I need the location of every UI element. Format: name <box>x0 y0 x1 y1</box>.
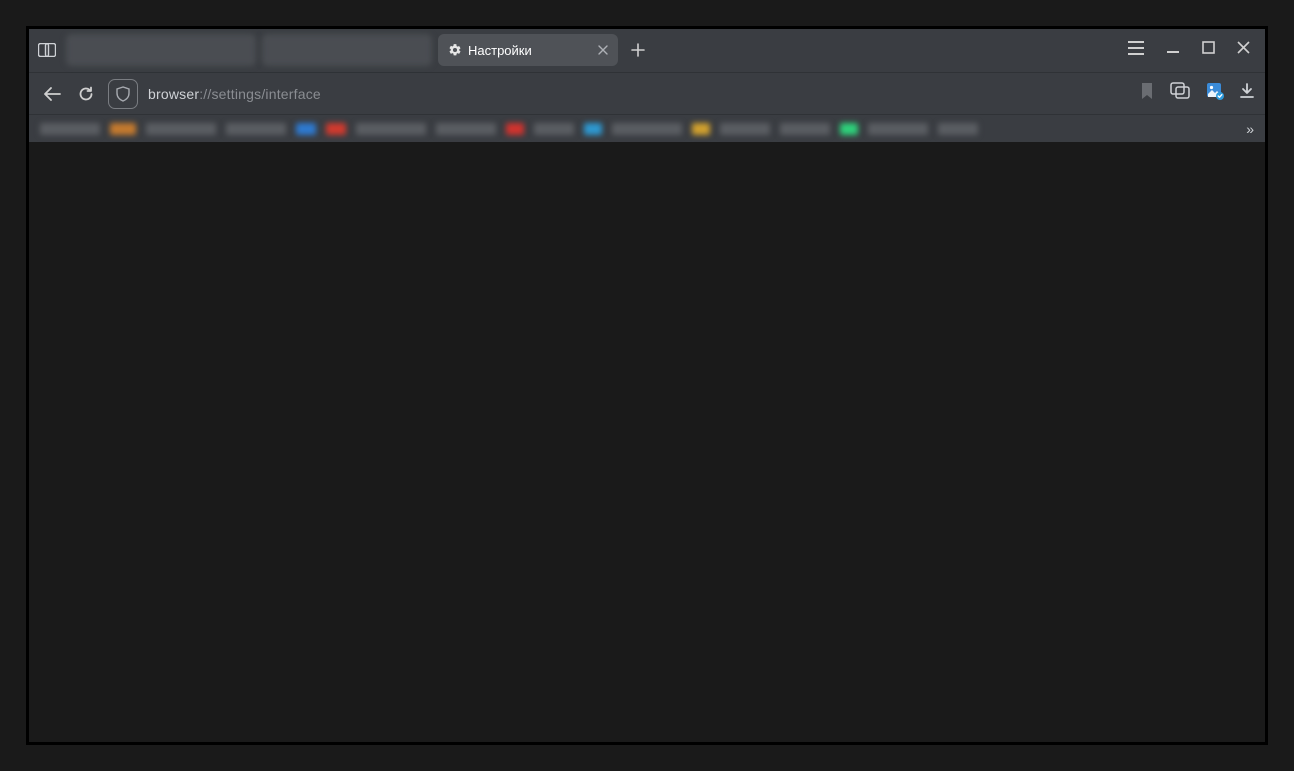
downloads-icon[interactable] <box>1240 83 1254 104</box>
feedback-icon[interactable] <box>1170 82 1190 105</box>
picture-sync-icon[interactable] <box>1206 82 1224 105</box>
back-button[interactable] <box>40 82 64 106</box>
tab-active[interactable]: Настройки <box>438 34 618 66</box>
maximize-button[interactable] <box>1202 41 1215 59</box>
bookmarks-bar: » <box>28 114 1266 142</box>
window-titlebar: Настройки <box>28 28 1266 72</box>
url-bar[interactable]: browser://settings/interface <box>108 79 1130 109</box>
minimize-button[interactable] <box>1166 41 1180 60</box>
site-info-icon[interactable] <box>108 79 138 109</box>
toolbar: browser://settings/interface <box>28 72 1266 114</box>
tab-blurred-1[interactable] <box>66 34 256 66</box>
menu-icon[interactable] <box>1128 41 1144 60</box>
gear-icon <box>448 43 462 57</box>
url-text: browser://settings/interface <box>148 86 321 102</box>
tab-blurred-2[interactable] <box>262 34 432 66</box>
close-window-button[interactable] <box>1237 41 1250 59</box>
tab-close-icon[interactable] <box>598 43 608 58</box>
tab-label: Настройки <box>468 43 590 58</box>
panel-toggle-icon[interactable] <box>34 37 60 63</box>
new-tab-button[interactable] <box>624 36 652 64</box>
bookmark-flag-icon[interactable] <box>1140 82 1154 105</box>
reload-button[interactable] <box>74 82 98 106</box>
bookmarks-overflow-icon[interactable]: » <box>1246 121 1254 137</box>
